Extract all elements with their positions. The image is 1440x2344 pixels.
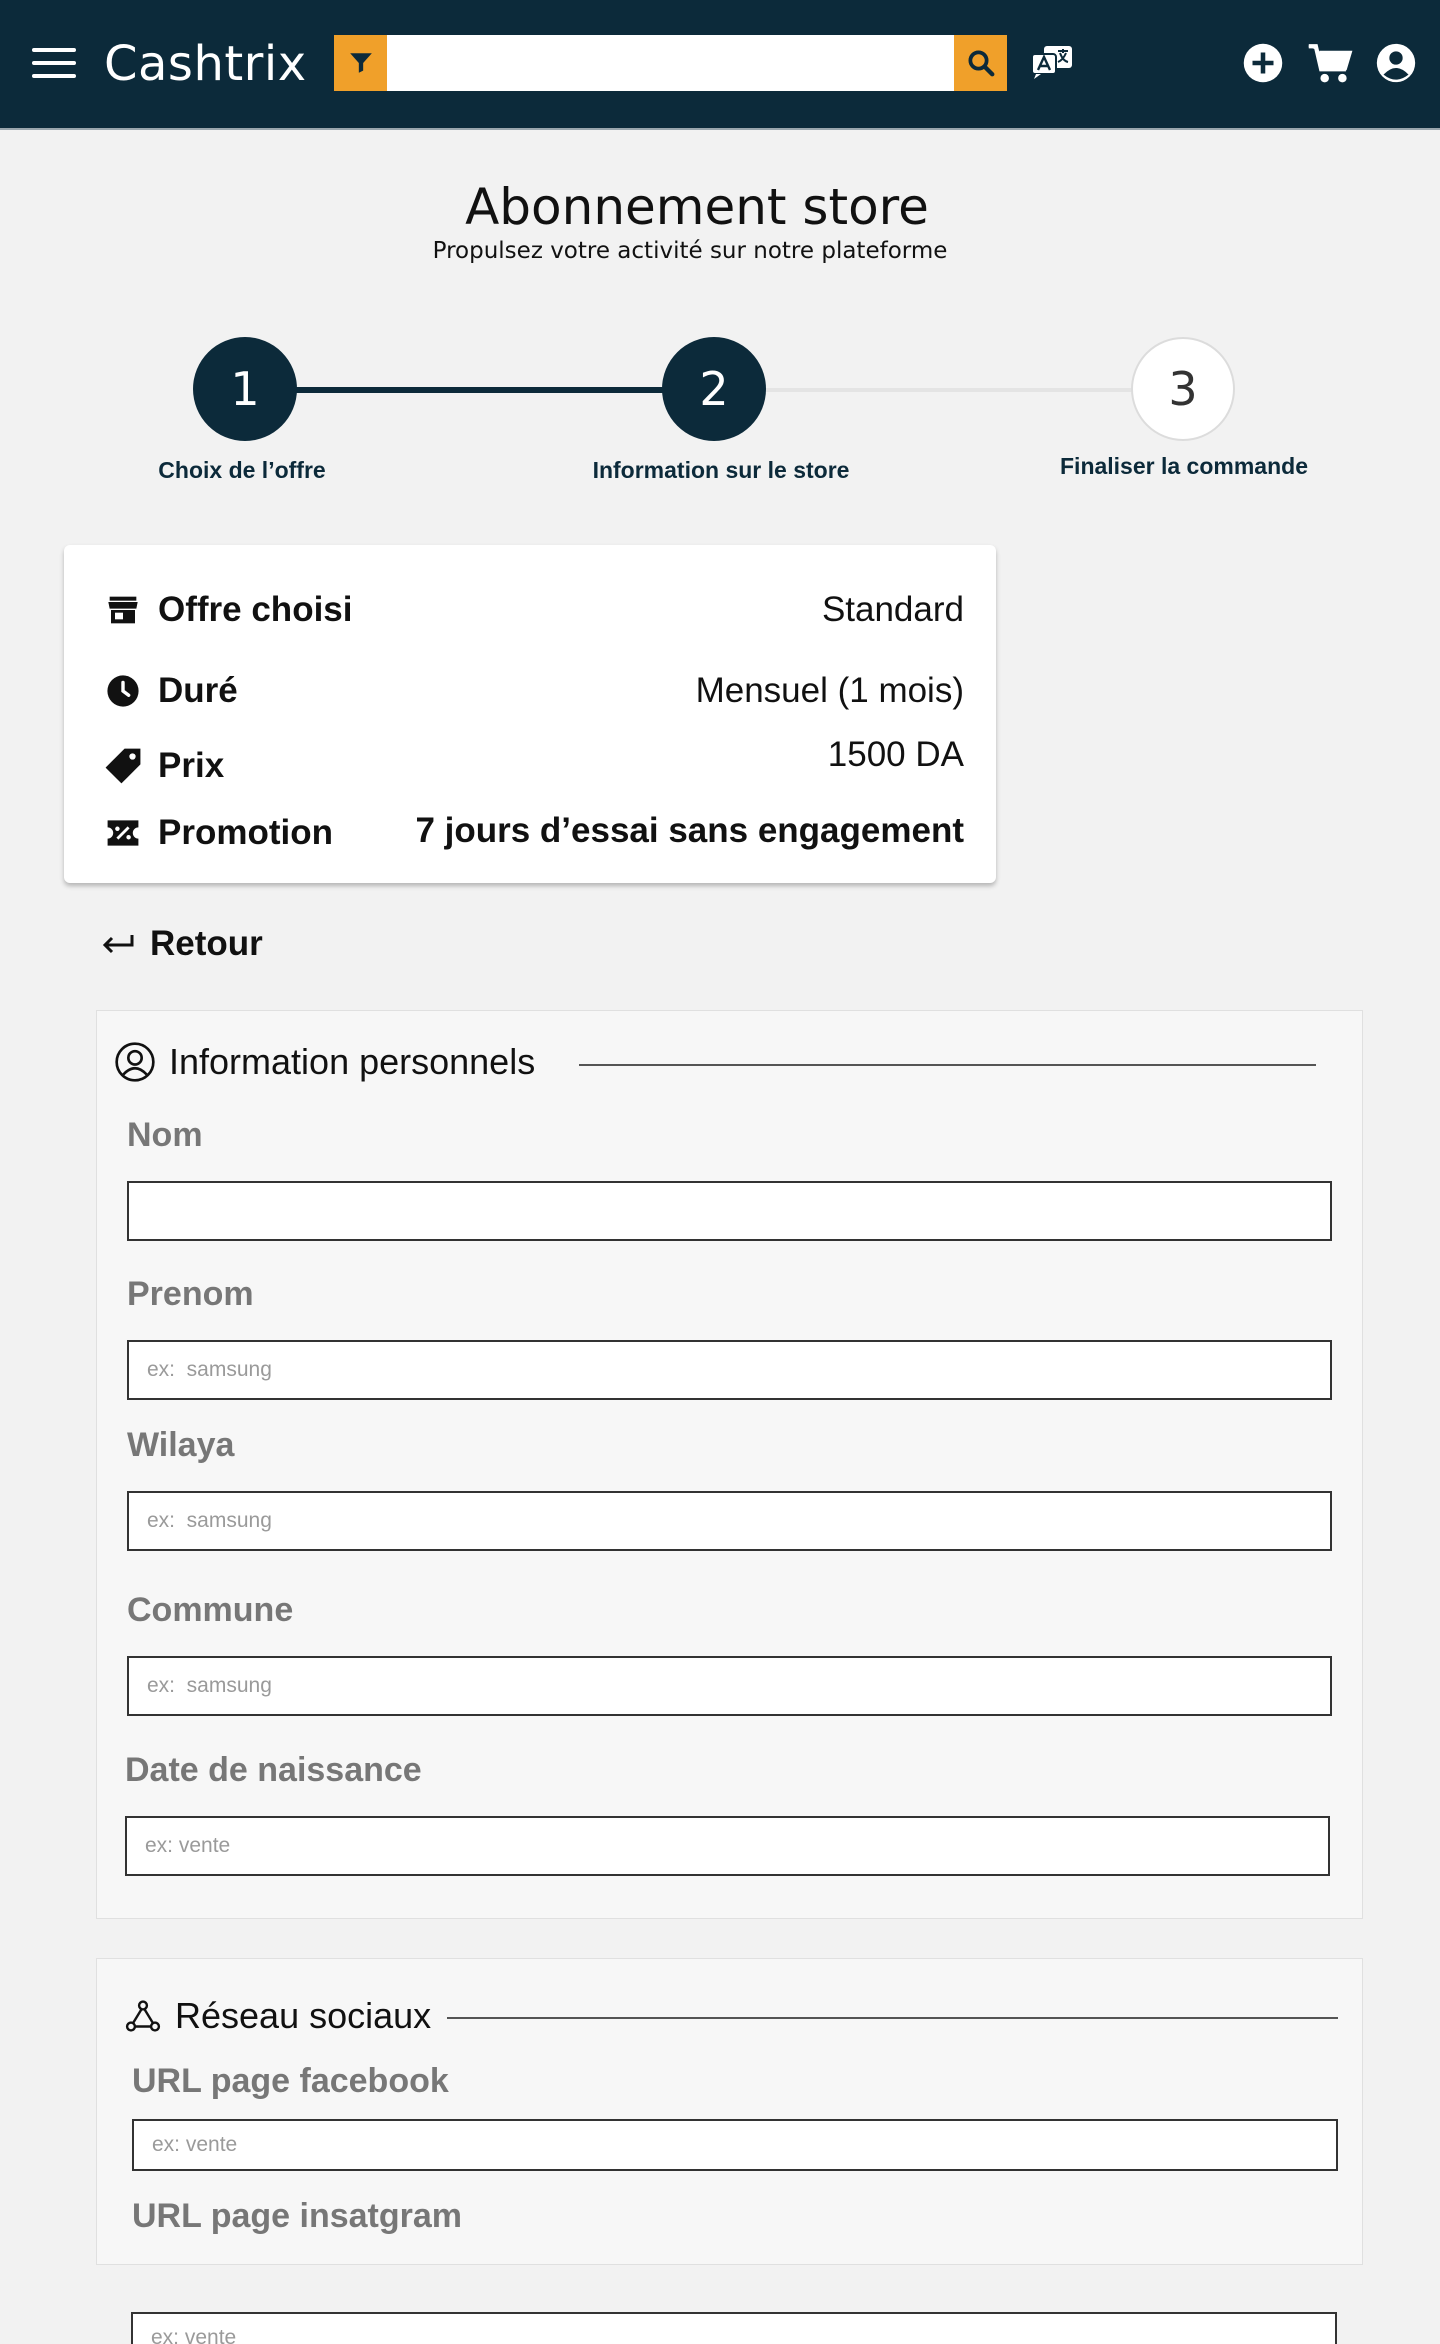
instagram-url-input[interactable] (131, 2312, 1337, 2344)
menu-icon[interactable] (32, 48, 76, 80)
step-connector-pending (765, 388, 1133, 392)
personal-info-section: Information personnels Nom Prenom Wilaya… (96, 1010, 1363, 1919)
offer-promotion-label: Promotion (158, 813, 333, 852)
commune-input[interactable] (127, 1656, 1332, 1716)
step-2-label: Information sur le store (592, 457, 850, 483)
brand-logo[interactable]: Cashtrix (104, 36, 307, 92)
user-circle-icon (115, 1042, 155, 1082)
search-icon (968, 50, 994, 77)
social-section: Réseau sociaux URL page facebook URL pag… (96, 1958, 1363, 2265)
tag-icon (105, 748, 141, 784)
step-3-circle[interactable]: 3 (1131, 337, 1235, 441)
social-header: Réseau sociaux (125, 1995, 431, 2037)
offer-row-plan: Offre choisi Standard (104, 585, 964, 635)
clock-icon (107, 675, 139, 707)
page-title: Abonnement store (465, 178, 929, 236)
step-connector-done (295, 387, 667, 393)
account-icon[interactable] (1376, 42, 1416, 84)
offer-duration-label: Duré (158, 671, 238, 710)
offer-price-value: 1500 DA (827, 735, 964, 774)
birthdate-label: Date de naissance (125, 1751, 422, 1789)
facebook-url-label: URL page facebook (132, 2062, 449, 2100)
search-button[interactable] (954, 35, 1007, 91)
offer-row-price: Prix 1500 DA (104, 735, 964, 791)
wilaya-label: Wilaya (127, 1426, 235, 1464)
facebook-url-input[interactable] (132, 2119, 1338, 2171)
step-1-circle[interactable]: 1 (193, 337, 297, 441)
offer-duration-value: Mensuel (1 mois) (695, 671, 964, 710)
translate-icon[interactable] (1030, 44, 1074, 80)
birthdate-input[interactable] (125, 1816, 1330, 1876)
return-arrow-icon (102, 935, 134, 954)
share-nodes-icon (125, 2000, 161, 2032)
back-link-label: Retour (150, 924, 263, 963)
offer-price-label: Prix (158, 746, 225, 785)
commune-label: Commune (127, 1591, 294, 1629)
top-navbar: Cashtrix (0, 0, 1440, 130)
section-divider (579, 1064, 1316, 1066)
offer-row-duration: Duré Mensuel (1 mois) (104, 666, 964, 716)
nom-input[interactable] (127, 1181, 1332, 1241)
filter-button[interactable] (334, 35, 387, 91)
back-link[interactable]: Retour (100, 924, 263, 964)
filter-icon (349, 53, 372, 73)
personal-info-title: Information personnels (169, 1041, 536, 1082)
personal-info-header: Information personnels (115, 1041, 535, 1083)
page-subtitle: Propulsez votre activité sur notre plate… (432, 238, 948, 264)
offer-plan-label: Offre choisi (158, 590, 353, 629)
step-1-label: Choix de l’offre (158, 457, 326, 483)
step-3-label: Finaliser la commande (1060, 453, 1308, 479)
search-bar (334, 35, 1007, 91)
cart-icon[interactable] (1307, 42, 1353, 86)
nom-label: Nom (127, 1116, 203, 1154)
offer-promotion-value: 7 jours d’essai sans engagement (415, 811, 964, 850)
step-2-circle[interactable]: 2 (662, 337, 766, 441)
section-divider (447, 2017, 1338, 2019)
prenom-label: Prenom (127, 1275, 254, 1313)
promotion-icon (107, 820, 139, 846)
offer-summary-card: Offre choisi Standard Duré Mensuel (1 mo… (64, 545, 996, 883)
offer-plan-value: Standard (821, 590, 964, 629)
offer-row-promotion: Promotion 7 jours d’essai sans engagemen… (104, 808, 964, 858)
instagram-url-label: URL page insatgram (132, 2197, 463, 2235)
wilaya-input[interactable] (127, 1491, 1332, 1551)
social-title: Réseau sociaux (175, 1995, 432, 2036)
search-input[interactable] (387, 35, 954, 91)
store-icon (108, 596, 138, 624)
prenom-input[interactable] (127, 1340, 1332, 1400)
add-icon[interactable] (1242, 42, 1284, 84)
